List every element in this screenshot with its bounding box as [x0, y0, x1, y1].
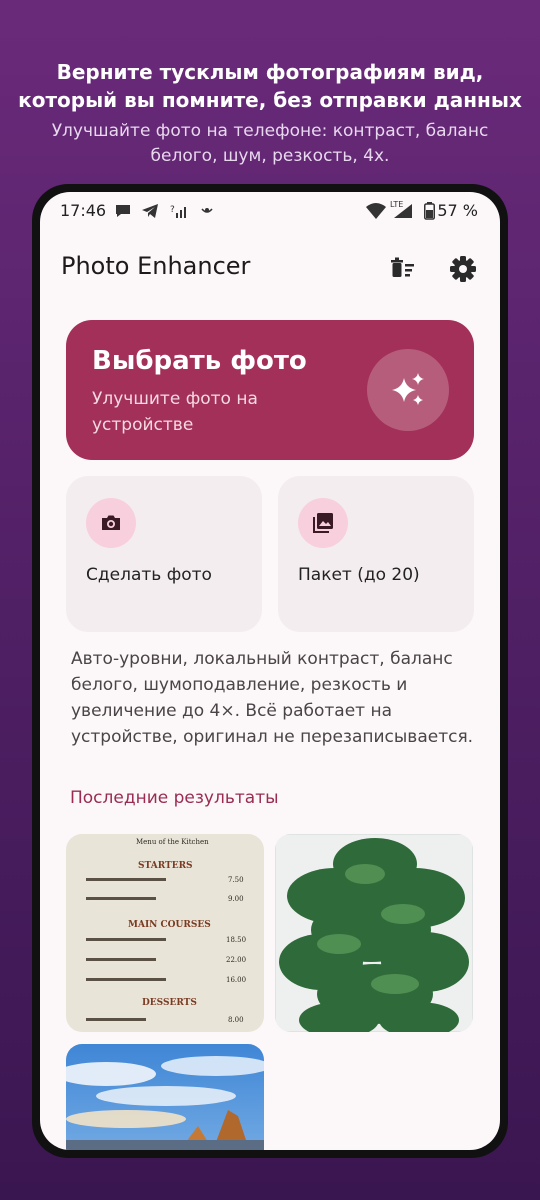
menu-line [86, 938, 166, 941]
settings-button[interactable] [448, 254, 478, 284]
promo-subtitle: Улучшайте фото на телефоне: контраст, ба… [0, 119, 540, 169]
status-bar: 17:46 ? LTE 57 % [40, 192, 500, 230]
pick-photo-card[interactable]: Выбрать фото Улучшите фото на устройстве [66, 320, 474, 460]
menu-price: 16.00 [226, 976, 247, 984]
camera-icon [102, 515, 120, 530]
eye-icon [200, 202, 214, 221]
promo-title: Верните тусклым фотографиям вид, который… [0, 58, 540, 114]
landscape-image [66, 1044, 264, 1150]
batch-card[interactable]: Пакет (до 20) [278, 476, 474, 632]
menu-line [86, 958, 156, 961]
recent-thumb-plant[interactable] [275, 834, 473, 1032]
promo-subtitle-line2: белого, шум, резкость, 4x. [150, 146, 390, 166]
phone-screen: 17:46 ? LTE 57 % Photo Enhancer Выбрать … [40, 192, 500, 1150]
unknown-signal-icon: ? [170, 202, 188, 224]
svg-text:?: ? [170, 205, 175, 215]
promo-title-line2: который вы помните, без отправки данных [18, 88, 522, 112]
sparkle-icon [392, 373, 424, 405]
app-title: Photo Enhancer [61, 252, 251, 280]
clear-history-button[interactable] [388, 254, 418, 284]
menu-desserts: DESSERTS [142, 998, 197, 1008]
promo-title-line1: Верните тусклым фотографиям вид, [56, 60, 484, 84]
menu-starters: STARTERS [138, 861, 193, 871]
pick-photo-subtitle: Улучшите фото на устройстве [92, 389, 258, 435]
menu-header: Menu of the Kitchen [136, 838, 209, 846]
recent-results-title: Последние результаты [70, 788, 279, 808]
menu-price: 7.50 [228, 876, 244, 884]
plant-image [275, 834, 473, 1032]
telegram-icon [141, 202, 159, 224]
menu-price: 22.00 [226, 956, 247, 964]
menu-price: 9.00 [228, 895, 244, 903]
battery-icon [424, 202, 435, 224]
batch-label: Пакет (до 20) [298, 565, 420, 585]
recent-thumb-menu[interactable]: Menu of the Kitchen STARTERS 7.50 9.00 M… [66, 834, 264, 1032]
delete-sweep-icon [391, 257, 414, 277]
menu-line [86, 878, 166, 881]
chat-icon [114, 202, 132, 224]
sparkle-icon-circle [367, 349, 449, 431]
photo-library-icon [313, 513, 333, 533]
menu-price: 18.50 [226, 936, 247, 944]
feature-description: Авто-уровни, локальный контраст, баланс … [71, 649, 474, 747]
menu-line [86, 978, 166, 981]
status-time: 17:46 [60, 201, 107, 220]
camera-icon-circle [86, 498, 136, 548]
take-photo-card[interactable]: Сделать фото [66, 476, 262, 632]
wifi-icon [366, 202, 386, 224]
menu-line [86, 1018, 146, 1021]
recent-thumb-landscape[interactable] [66, 1044, 264, 1150]
promo-subtitle-line1: Улучшайте фото на телефоне: контраст, ба… [51, 121, 489, 141]
battery-percent: 57 % [437, 201, 478, 220]
menu-main-courses: MAIN COURSES [128, 920, 211, 930]
cell-signal-icon [392, 202, 414, 224]
pick-photo-title: Выбрать фото [92, 346, 307, 376]
menu-line [86, 897, 156, 900]
photo-library-icon-circle [298, 498, 348, 548]
gear-icon [450, 256, 476, 282]
take-photo-label: Сделать фото [86, 565, 212, 585]
menu-price: 8.00 [228, 1016, 244, 1024]
